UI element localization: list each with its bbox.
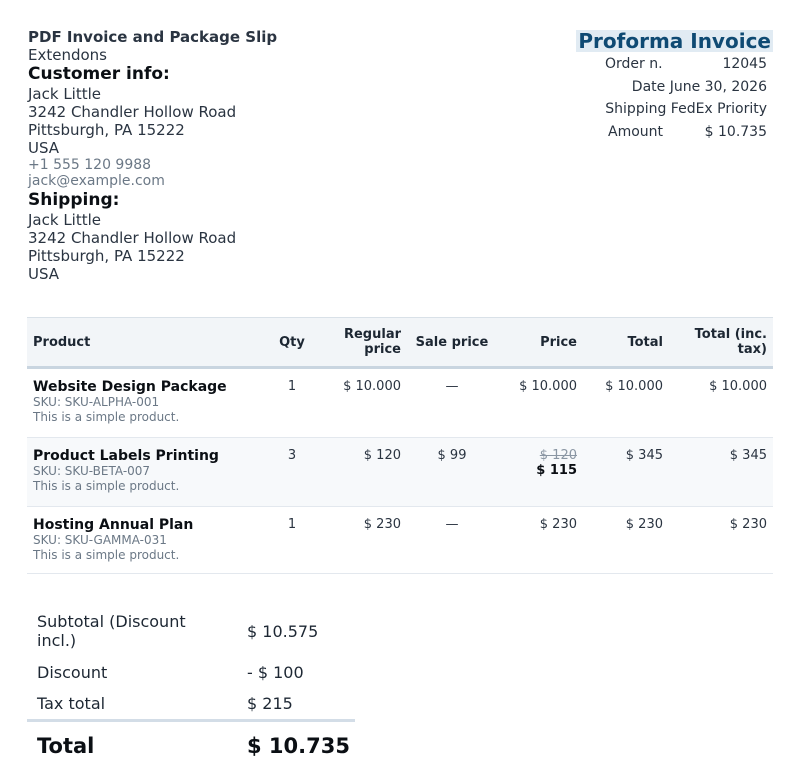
shipping-block: Shipping: Jack Little 3242 Chandler Holl… [28,190,236,283]
customer-name: Jack Little [28,85,102,103]
product-sku: SKU: SKU-ALPHA-001 [33,395,160,409]
order-number-value: 12045 [722,56,767,72]
customer-street: 3242 Chandler Hollow Road [28,103,237,121]
header-regular-price-line2: price [364,342,401,357]
product-cell: Website Design Package SKU: SKU-ALPHA-00… [27,368,267,438]
product-sku: SKU: SKU-BETA-007 [33,464,151,478]
customer-phone: +1 555 120 9988 [28,157,152,173]
customer-city: Pittsburgh, PA 15222 [28,121,185,139]
shipping-country: USA [28,265,60,283]
table-header-row: Product Qty Regular price Sale price Pri… [27,317,773,369]
company-name: Extendons [28,46,107,64]
shipping-title: Shipping: [28,190,120,210]
product-cell: Hosting Annual Plan SKU: SKU-GAMMA-031 T… [27,507,267,574]
header-qty: Qty [267,317,317,369]
shipping-street: 3242 Chandler Hollow Road [28,229,237,247]
qty-cell: 1 [287,517,297,532]
product-description: This is a simple product. [33,479,180,493]
regular-price-cell: $ 10.000 [343,379,401,394]
header-total-inc-tax-line2: tax) [737,342,767,357]
sale-price-cell: $ 99 [407,437,497,507]
product-name: Hosting Annual Plan [33,517,194,533]
product-sku: SKU: SKU-GAMMA-031 [33,533,167,547]
sale-price-cell: — [445,379,459,394]
tax-total-value: $ 215 [247,694,293,713]
document-header-title: PDF Invoice and Package Slip [28,28,278,46]
invoice-type-title: Proforma Invoice [576,29,773,53]
qty-cell: 3 [267,437,317,507]
header-regular-price: Regular price [317,317,407,369]
grand-total-label: Total [37,734,95,758]
header-sale-price: Sale price [407,317,497,369]
table-row: Product Labels Printing SKU: SKU-BETA-00… [27,437,773,507]
price-old: $ 120 [539,448,577,463]
discount-label: Discount [37,663,108,682]
order-number-label: Order n. [605,56,663,72]
subtotal-label: Subtotal (Discount incl.) [37,612,186,650]
subtotal-label-line2: incl.) [37,631,77,650]
totals-divider [27,719,355,722]
header-total: Total [583,317,669,369]
price-cell: $ 120 $ 115 [497,437,583,507]
customer-email: jack@example.com [28,173,165,189]
header-total-inc-tax: Total (inc. tax) [669,317,773,369]
price-current: $ 115 [536,463,577,478]
product-name: Product Labels Printing [33,448,219,464]
qty-cell: 1 [287,379,297,394]
total-cell: $ 345 [583,437,669,507]
amount-value: $ 10.735 [704,124,767,140]
total-cell: $ 230 [625,517,663,532]
order-date: Date June 30, 2026 [631,79,767,95]
header-total-inc-tax-line1: Total (inc. [694,327,767,342]
grand-total-value: $ 10.735 [247,734,350,758]
total-inc-tax-cell: $ 10.000 [709,379,767,394]
table-row: Hosting Annual Plan SKU: SKU-GAMMA-031 T… [27,507,773,574]
subtotal-label-line1: Subtotal (Discount [37,612,186,631]
regular-price-cell: $ 120 [317,437,407,507]
table-row: Website Design Package SKU: SKU-ALPHA-00… [27,368,773,438]
discount-value: - $ 100 [247,663,304,682]
invoice-items-table: Product Qty Regular price Sale price Pri… [27,317,773,574]
product-cell: Product Labels Printing SKU: SKU-BETA-00… [27,437,267,507]
customer-country: USA [28,139,60,157]
header-regular-price-line1: Regular [343,327,401,342]
total-inc-tax-cell: $ 230 [729,517,767,532]
shipping-method: Shipping FedEx Priority [605,101,767,117]
tax-total-label: Tax total [37,694,106,713]
customer-info-title: Customer info: [28,64,170,84]
price-cell: $ 10.000 [519,379,577,394]
subtotal-value: $ 10.575 [247,622,319,641]
product-description: This is a simple product. [33,548,180,562]
amount-label: Amount [608,124,664,140]
shipping-city: Pittsburgh, PA 15222 [28,247,185,265]
customer-info-block: Customer info: Jack Little 3242 Chandler… [28,64,236,189]
sale-price-cell: — [445,517,459,532]
product-description: This is a simple product. [33,410,180,424]
price-cell: $ 230 [539,517,577,532]
product-name: Website Design Package [33,379,227,395]
shipping-name: Jack Little [28,211,102,229]
header-product: Product [27,317,267,369]
header-price: Price [497,317,583,369]
regular-price-cell: $ 230 [363,517,401,532]
total-cell: $ 10.000 [605,379,663,394]
total-inc-tax-cell: $ 345 [669,437,773,507]
